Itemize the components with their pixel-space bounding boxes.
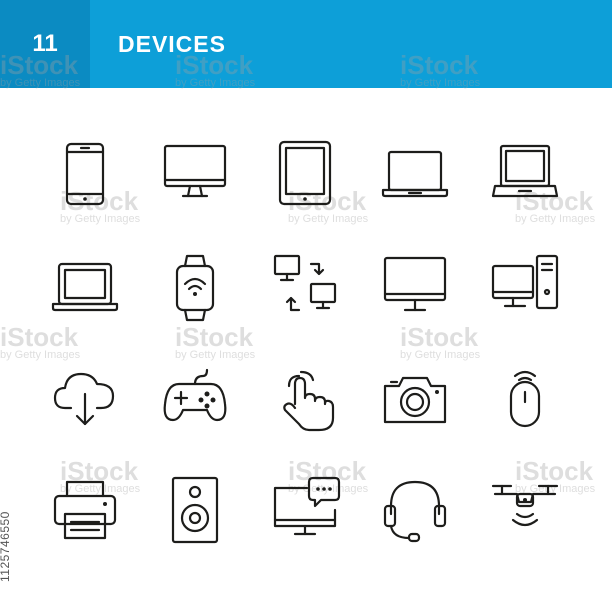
data-sync-icon (269, 252, 341, 324)
smartphone-icon (49, 138, 121, 210)
smartwatch-wifi-icon (159, 252, 231, 324)
laptop-icon (379, 138, 451, 210)
desktop-monitor-icon (159, 138, 231, 210)
page-title: DEVICES (118, 31, 226, 57)
touch-hand-icon (269, 364, 341, 436)
image-id: 1125746550 (0, 511, 12, 582)
headset-icon (379, 474, 451, 546)
monitor-icon (379, 252, 451, 324)
desktop-tower-icon (489, 252, 561, 324)
laptop-thick-icon (49, 252, 121, 324)
watermark: iStock by Getty Images (0, 322, 81, 361)
printer-icon (49, 474, 121, 546)
monitor-chat-icon (269, 474, 341, 546)
gamepad-icon (159, 364, 231, 436)
camera-icon (379, 364, 451, 436)
drone-icon (489, 474, 561, 546)
number-box: 11 (0, 0, 90, 88)
wireless-mouse-icon (489, 364, 561, 436)
cloud-download-icon (49, 364, 121, 436)
speaker-icon (159, 474, 231, 546)
icon-count: 11 (32, 30, 58, 57)
tablet-icon (269, 138, 341, 210)
laptop-open-icon (489, 138, 561, 210)
header-bar: 11 DEVICES (0, 0, 612, 88)
watermark: iStock by Getty Images (400, 322, 481, 361)
watermark: iStock by Getty Images (175, 322, 256, 361)
